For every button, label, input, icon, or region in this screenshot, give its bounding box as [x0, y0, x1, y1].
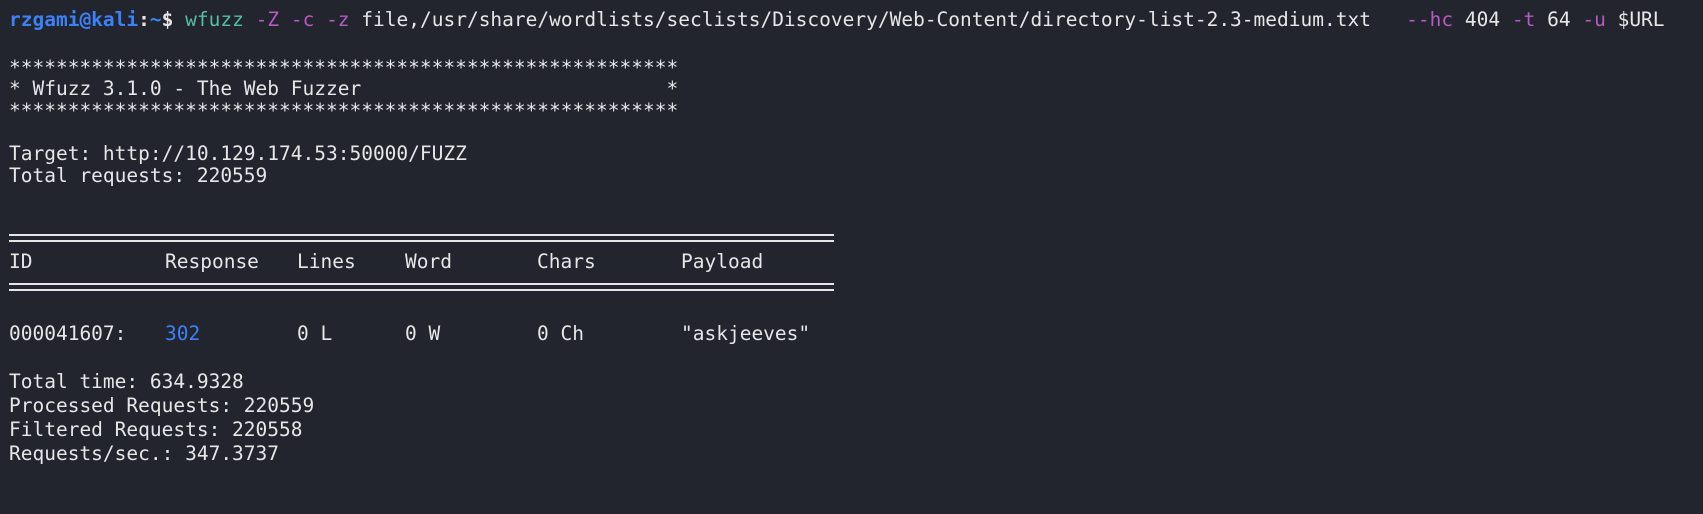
flag-z: -z [326, 8, 350, 31]
header-chars: Chars [537, 250, 596, 273]
t-value: 64 [1547, 8, 1571, 31]
banner-title: * Wfuzz 3.1.0 - The Web Fuzzer * [9, 77, 679, 100]
flag-u: -u [1582, 8, 1606, 31]
command-program: wfuzz [185, 8, 244, 31]
summary-total-time: Total time: 634.9328 [9, 370, 244, 393]
summary-rate: Requests/sec.: 347.3737 [9, 442, 280, 465]
row-id: 000041607: [9, 322, 127, 345]
header-payload: Payload [681, 250, 764, 273]
row-word: 0 W [405, 322, 441, 345]
header-id: ID [9, 250, 33, 273]
header-response: Response [165, 250, 259, 273]
flag-c: -c [290, 8, 315, 31]
row-lines: 0 L [297, 322, 333, 345]
wordlist-arg: file,/usr/share/wordlists/seclists/Disco… [361, 8, 1371, 31]
flag-t: -t [1511, 8, 1536, 31]
total-requests-line: Total requests: 220559 [9, 164, 268, 187]
row-chars: 0 Ch [537, 322, 584, 345]
prompt-dollar: $ [161, 8, 174, 31]
terminal-window[interactable]: rzgami@kali:~$ wfuzz -Z -c -z file,/usr/… [9, 0, 1703, 486]
command-line: rzgami@kali:~$ wfuzz -Z -c -z file,/usr/… [9, 8, 1665, 32]
header-word: Word [405, 250, 452, 273]
prompt-path: ~ [149, 8, 162, 31]
target-line: Target: http://10.129.174.53:50000/FUZZ [9, 142, 467, 165]
row-response: 302 [165, 322, 201, 345]
summary-processed: Processed Requests: 220559 [9, 394, 315, 417]
prompt-user-host: rzgami@kali [9, 8, 139, 31]
table-rule-bottom [9, 283, 834, 291]
flag-hc: --hc [1406, 8, 1454, 31]
table-row: 000041607: 302 0 L 0 W 0 Ch "askjeeves" [9, 322, 839, 346]
banner-stars-bottom: ****************************************… [9, 99, 679, 122]
summary-filtered: Filtered Requests: 220558 [9, 418, 303, 441]
row-payload: "askjeeves" [681, 322, 811, 345]
u-value: $URL [1617, 8, 1665, 31]
table-rule-top [9, 234, 834, 242]
table-header: ID Response Lines Word Chars Payload [9, 250, 839, 274]
header-lines: Lines [297, 250, 356, 273]
flag-Z: -Z [255, 8, 280, 31]
prompt-separator: : [138, 8, 150, 31]
hc-value: 404 [1464, 8, 1501, 31]
